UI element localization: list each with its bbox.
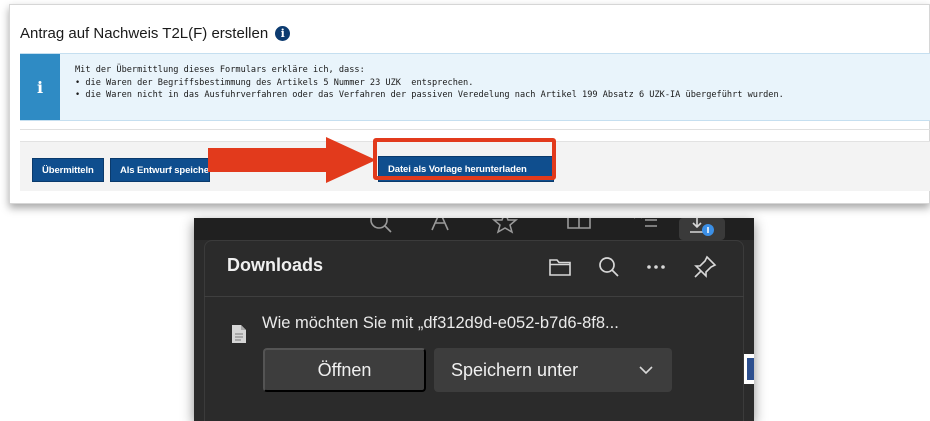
downloads-title: Downloads	[227, 255, 324, 275]
page-title: Antrag auf Nachweis T2L(F) erstellen	[20, 24, 269, 42]
save-draft-button[interactable]: Als Entwurf speichern	[110, 158, 210, 182]
downloads-toolbar-button[interactable]	[679, 218, 725, 240]
open-file-button[interactable]: Öffnen	[263, 348, 426, 392]
chevron-down-icon[interactable]	[638, 363, 654, 377]
declaration-info-box: i Mit der Übermittlung dieses Formulars …	[20, 53, 930, 121]
downloads-icon	[690, 218, 714, 236]
more-icon[interactable]	[643, 254, 669, 280]
download-template-button[interactable]: Datei als Vorlage herunterladen	[378, 156, 554, 182]
info-circle-icon[interactable]: i	[275, 25, 291, 41]
declaration-line: • die Waren nicht in das Ausfuhrverfahre…	[75, 90, 784, 100]
browser-toolbar	[194, 218, 754, 240]
favorite-icon[interactable]	[490, 218, 520, 238]
download-prompt: Wie möchten Sie mit „df312d9d-e052-b7d6-…	[262, 314, 619, 332]
folder-icon[interactable]	[547, 254, 573, 280]
declaration-line: • die Waren der Begriffsbestimmung des A…	[75, 77, 474, 88]
downloads-panel: Downloads Wie möchten Sie mit „df312d9d-…	[194, 218, 754, 421]
save-as-label: Speichern unter	[451, 359, 579, 380]
file-icon	[232, 325, 246, 343]
declaration-line: Mit der Übermittlung dieses Formulars er…	[75, 65, 365, 75]
save-as-button[interactable]: Speichern unter	[434, 348, 672, 392]
read-aloud-icon[interactable]	[426, 218, 456, 238]
page-background-mark	[747, 358, 754, 380]
info-box-icon-bar: i	[20, 54, 60, 120]
submit-button[interactable]: Übermitteln	[32, 158, 104, 182]
info-icon: i	[36, 77, 44, 97]
form-divider	[20, 129, 930, 130]
search-icon[interactable]	[366, 218, 396, 238]
red-arrow-right-icon	[208, 137, 376, 183]
form-button-bar: Übermitteln Als Entwurf speichern Datei …	[20, 141, 930, 191]
split-screen-icon[interactable]	[564, 218, 594, 238]
declaration-text: Mit der Übermittlung dieses Formulars er…	[75, 64, 784, 102]
form-title-row: Antrag auf Nachweis T2L(F) erstellen i	[20, 22, 291, 44]
downloads-separator	[204, 296, 744, 297]
form-panel: Antrag auf Nachweis T2L(F) erstellen i i…	[9, 4, 930, 204]
pin-icon[interactable]	[692, 254, 718, 280]
search-icon[interactable]	[596, 254, 622, 280]
favorites-list-icon[interactable]	[630, 218, 660, 238]
page-background-peek	[744, 354, 754, 384]
